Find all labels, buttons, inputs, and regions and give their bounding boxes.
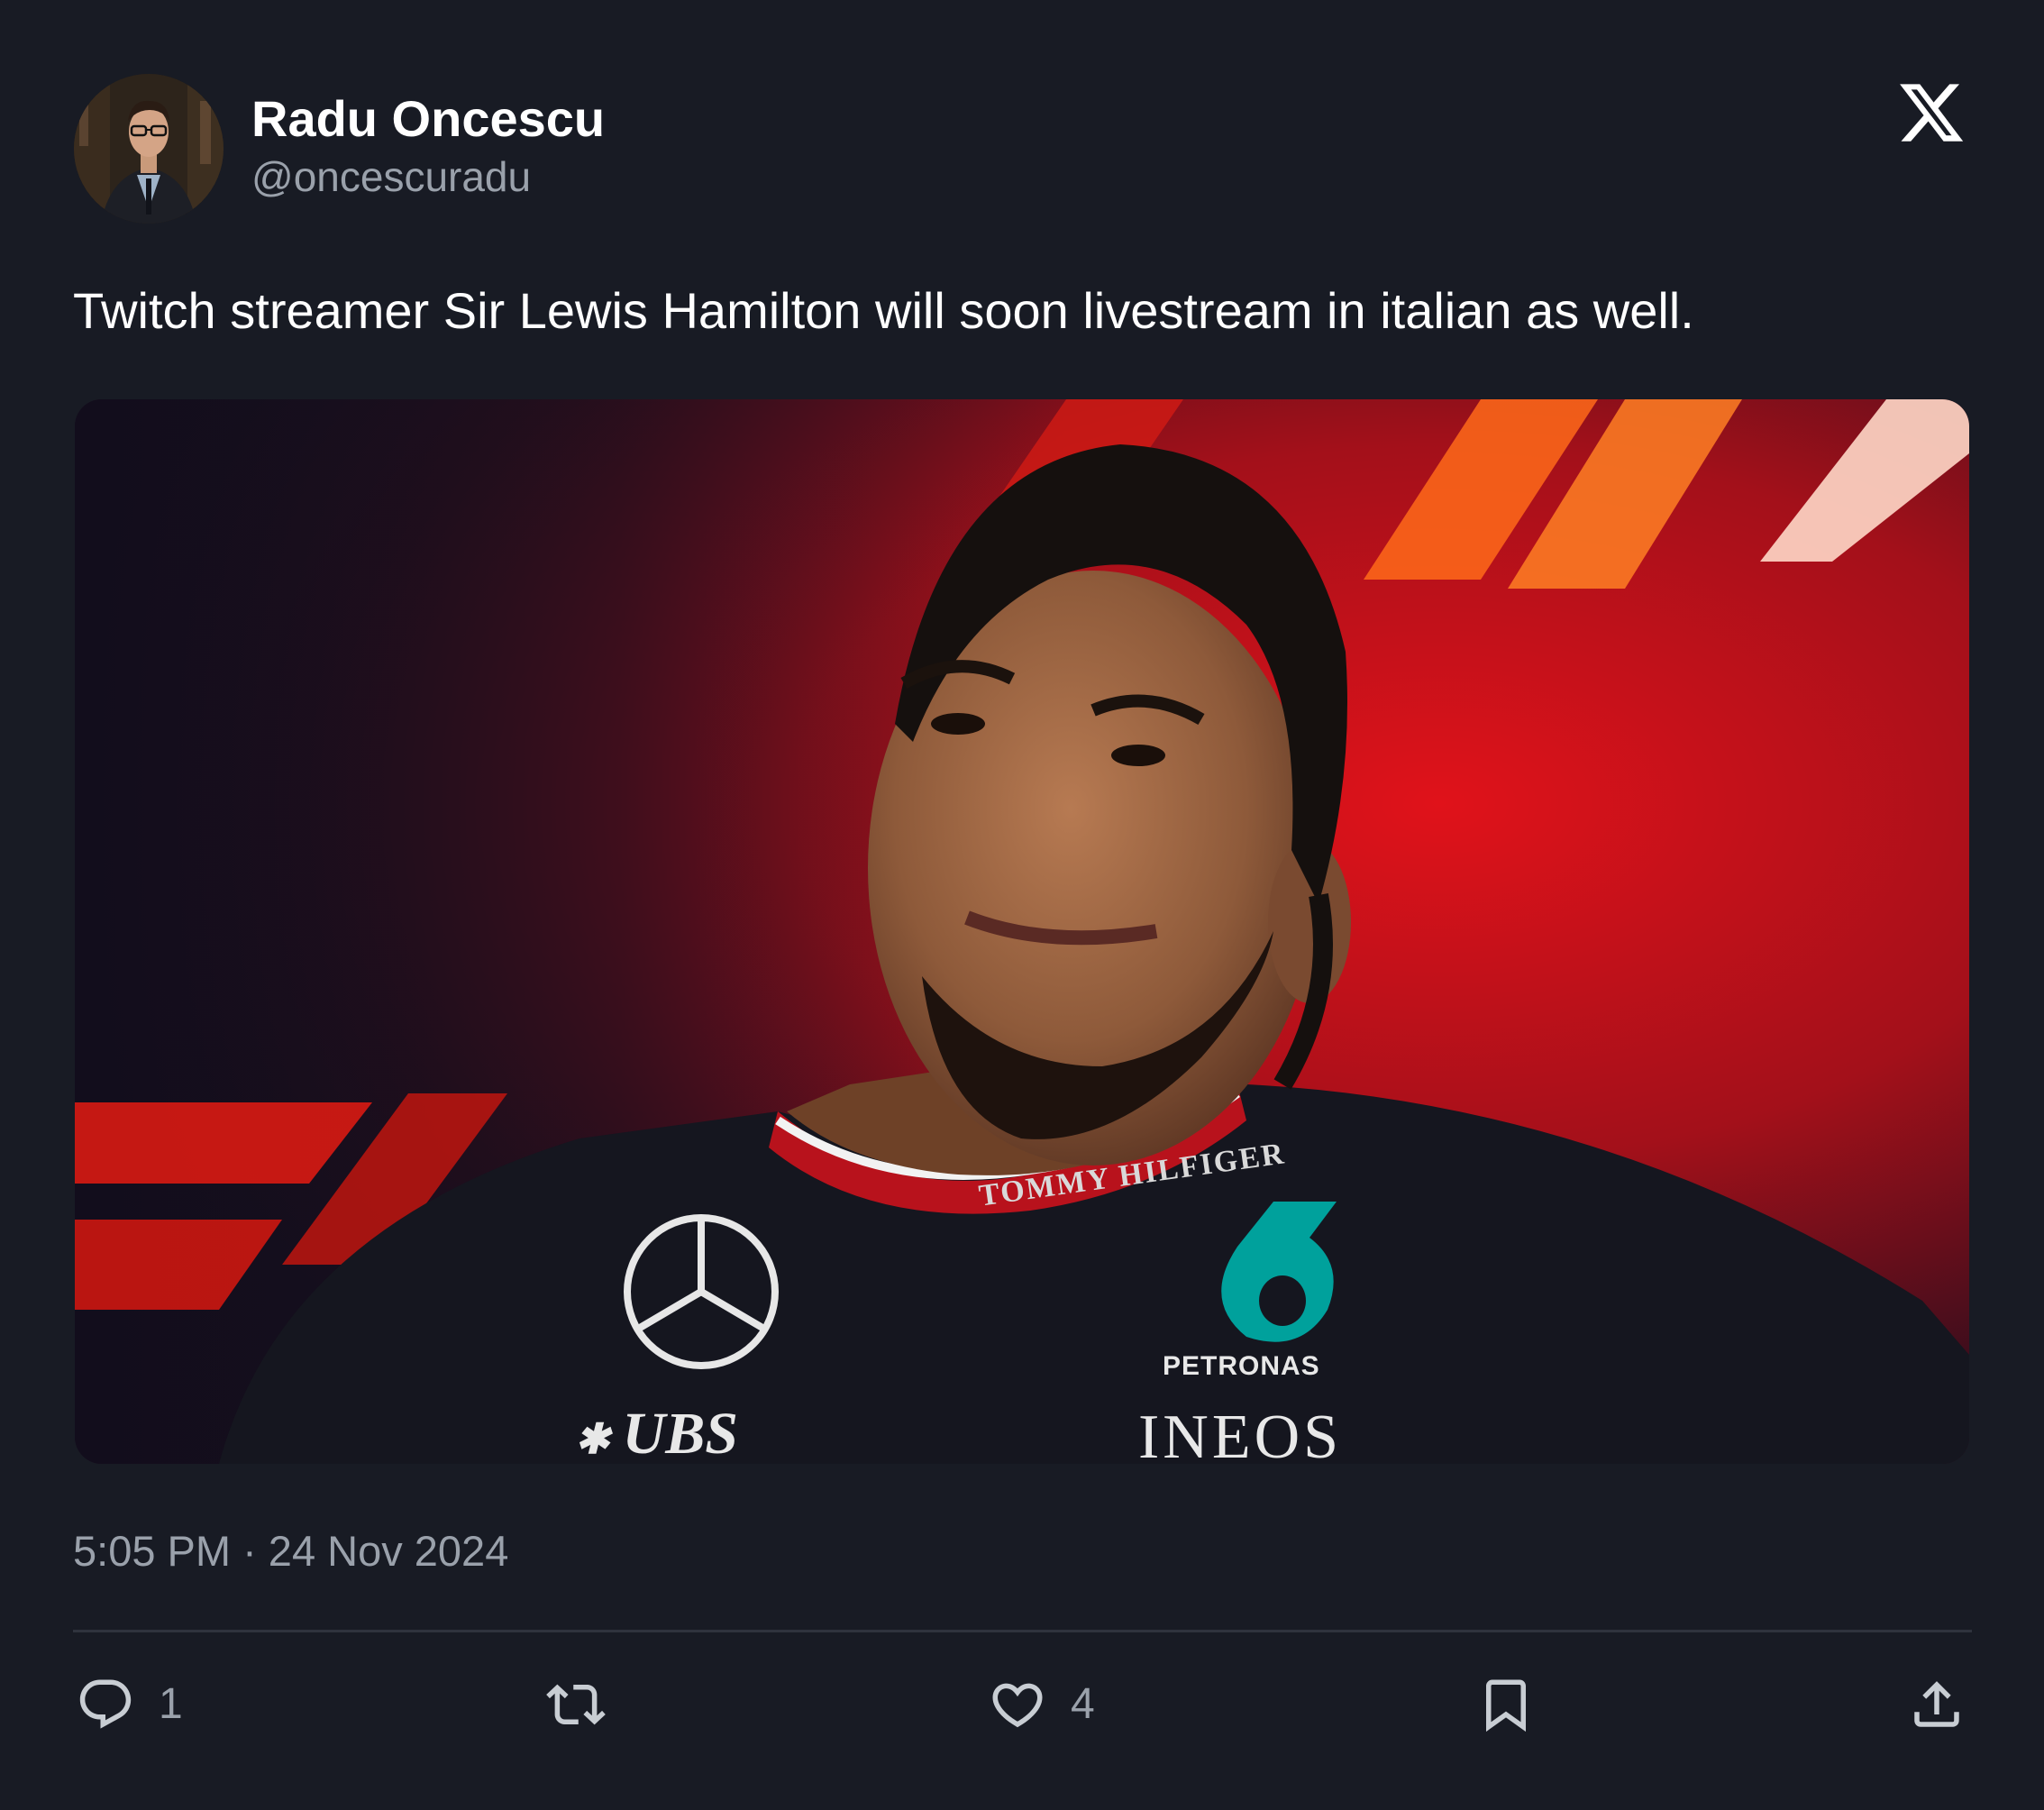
avatar[interactable] bbox=[74, 74, 224, 224]
retweet-icon bbox=[546, 1684, 606, 1725]
reply-count: 1 bbox=[159, 1680, 183, 1728]
tweet-text: Twitch streamer Sir Lewis Hamilton will … bbox=[73, 282, 1694, 339]
tweet-card: Radu Oncescu @oncescuradu Twitch streame… bbox=[0, 0, 2044, 1810]
sponsor-ubs: ✱ UBS bbox=[575, 1400, 738, 1464]
sponsor-ubs-text: UBS bbox=[622, 1401, 738, 1464]
author-name[interactable]: Radu Oncescu bbox=[251, 88, 605, 150]
retweet-button[interactable] bbox=[546, 1672, 606, 1737]
author-handle[interactable]: @oncescuradu bbox=[251, 151, 531, 202]
sponsor-ineos: INEOS bbox=[1138, 1403, 1343, 1464]
tweet-photo[interactable]: TOMMY HILFIGER ✱ UBS PETRONAS INEOS bbox=[75, 399, 1969, 1464]
bookmark-button[interactable] bbox=[1476, 1672, 1536, 1737]
reply-icon bbox=[79, 1679, 132, 1729]
heart-icon bbox=[992, 1683, 1043, 1728]
like-button[interactable]: 4 bbox=[988, 1672, 1095, 1737]
ubs-keys-icon: ✱ bbox=[575, 1416, 610, 1462]
photo-illustration bbox=[75, 399, 1969, 1464]
avatar-image bbox=[74, 74, 224, 224]
share-icon bbox=[1914, 1681, 1959, 1727]
tweet-timestamp[interactable]: 5:05 PM · 24 Nov 2024 bbox=[73, 1525, 508, 1577]
bookmark-icon bbox=[1486, 1679, 1526, 1732]
divider bbox=[73, 1630, 1972, 1632]
like-count: 4 bbox=[1071, 1680, 1095, 1728]
share-button[interactable] bbox=[1907, 1672, 1966, 1737]
reply-button[interactable]: 1 bbox=[76, 1672, 183, 1737]
x-logo-icon[interactable] bbox=[1895, 78, 1967, 148]
sponsor-petronas: PETRONAS bbox=[1163, 1351, 1320, 1381]
